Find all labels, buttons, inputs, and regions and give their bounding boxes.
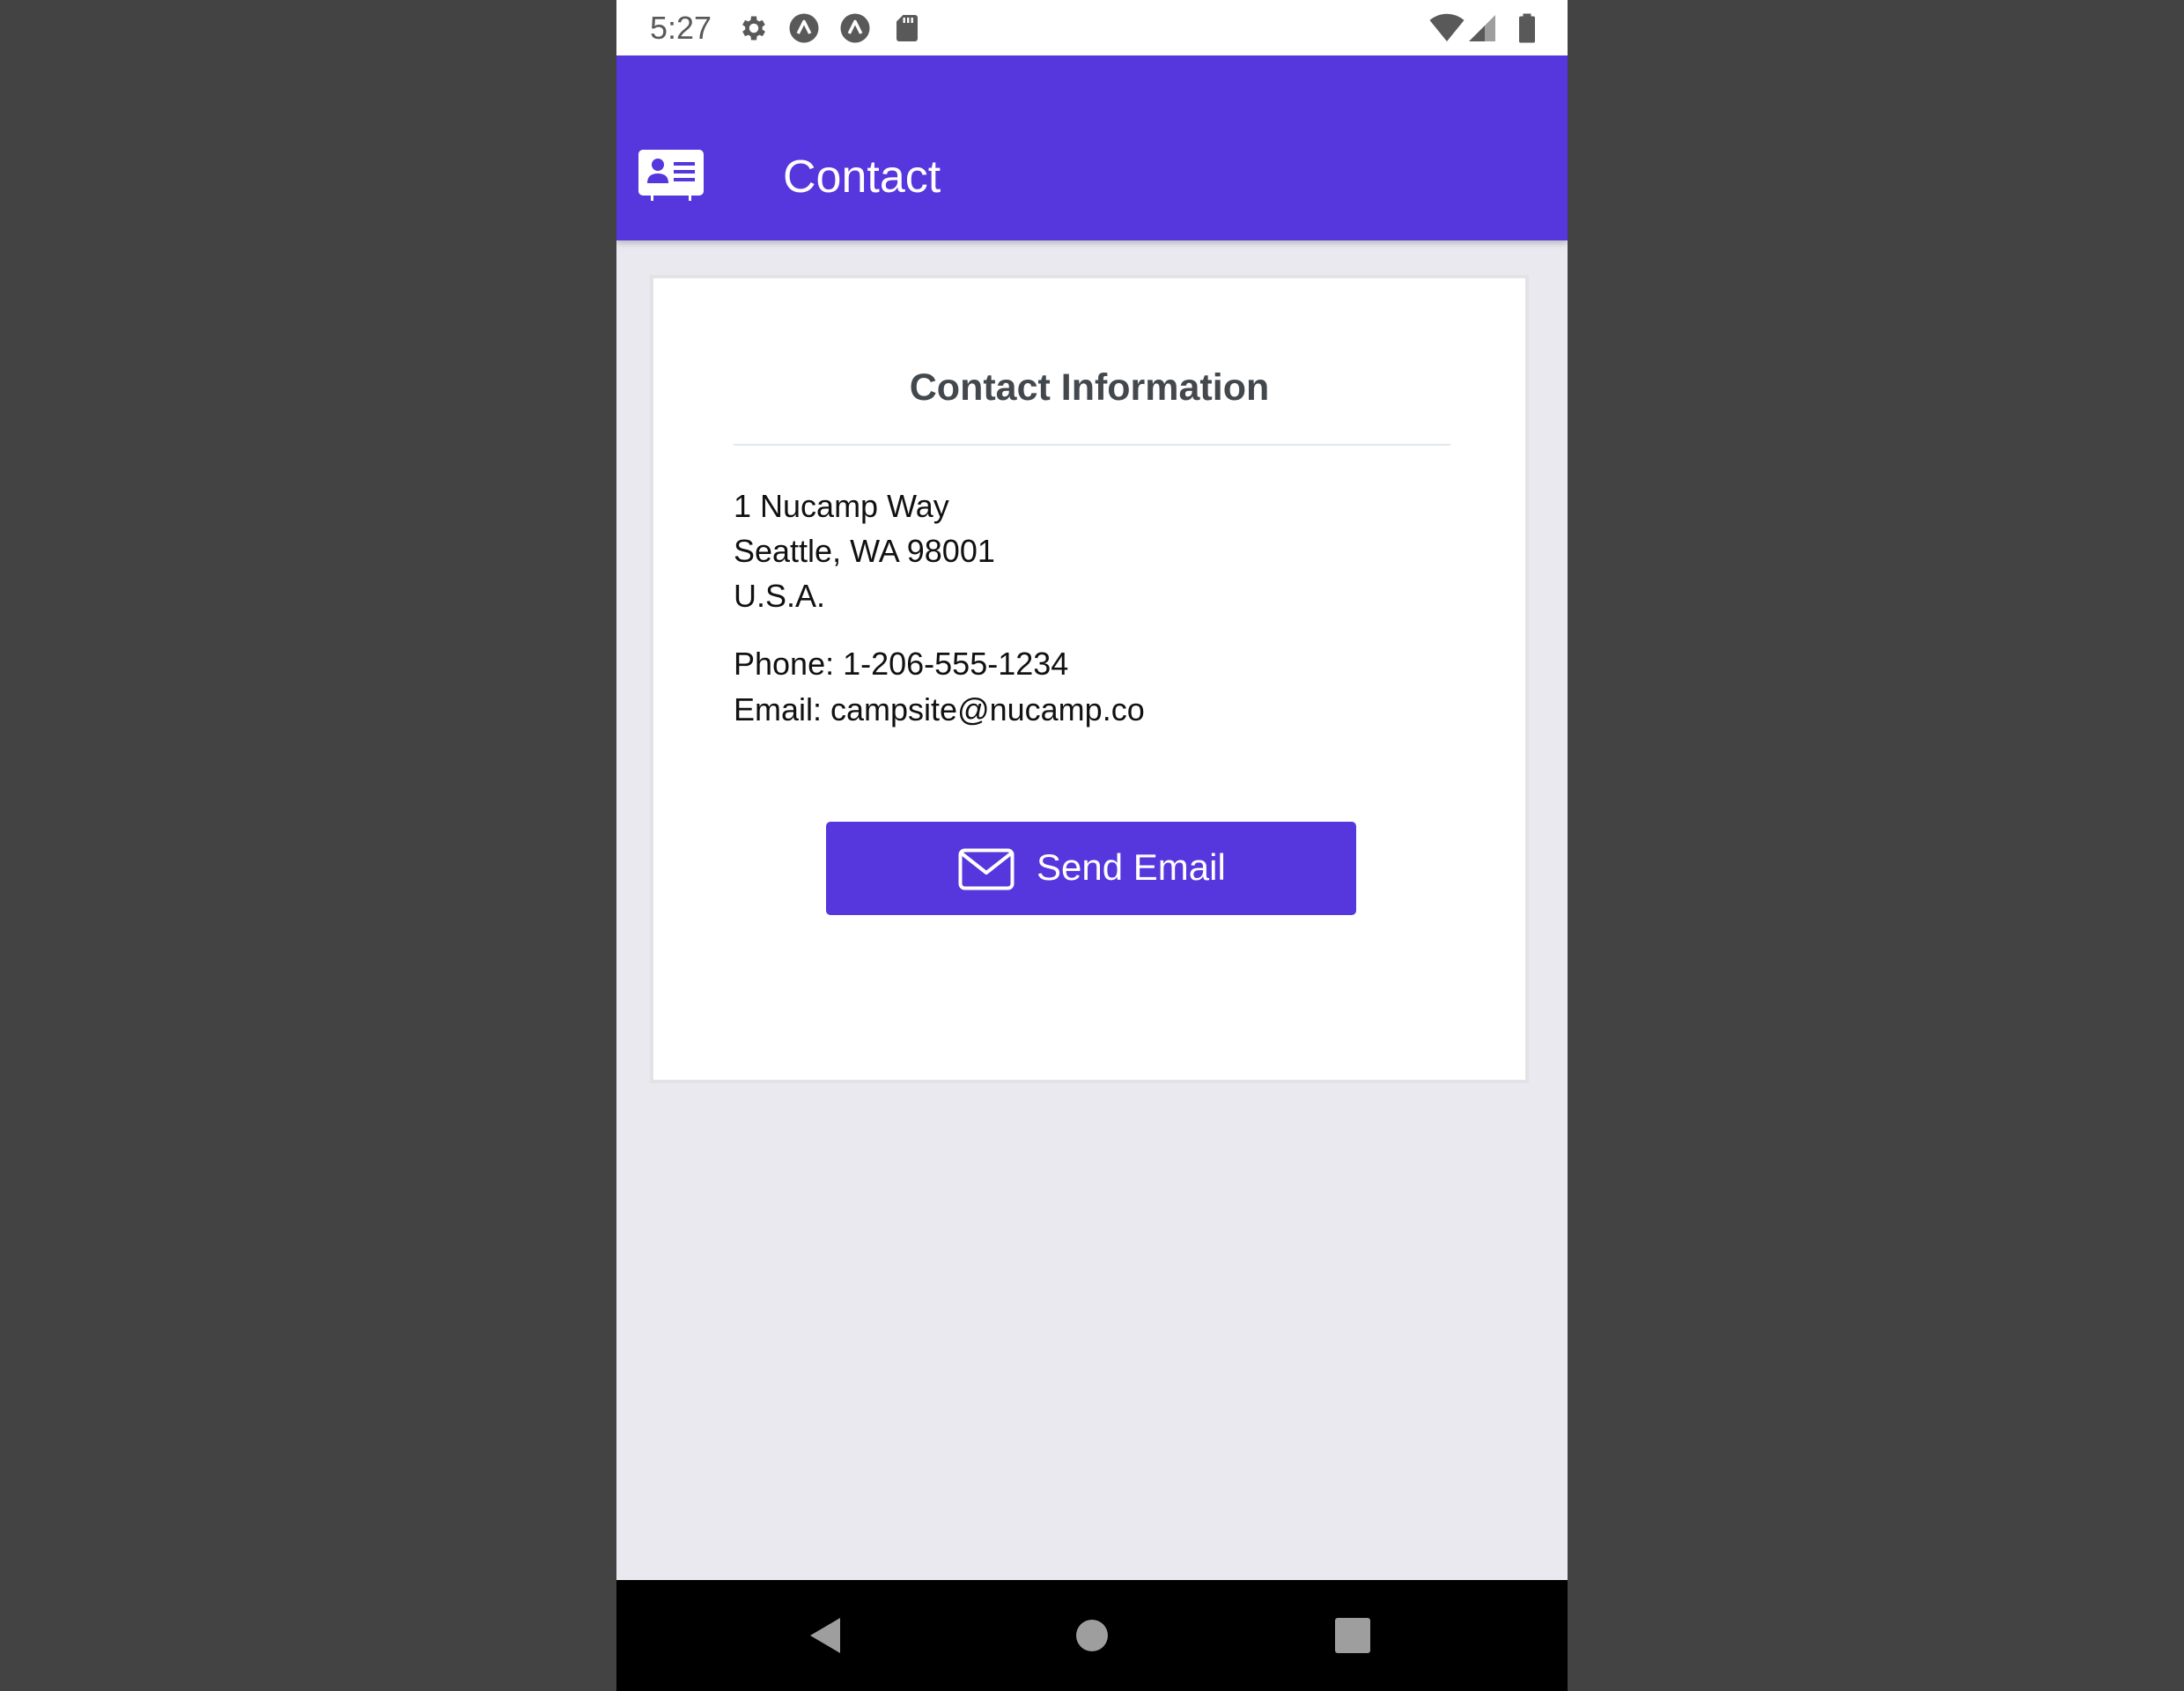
envelope-icon xyxy=(958,848,1015,890)
status-time: 5:27 xyxy=(650,10,712,46)
address-line-1: 1 Nucamp Way xyxy=(734,488,949,524)
email-text: Email: campsite@nucamp.co xyxy=(734,691,1145,727)
address-line-3: U.S.A. xyxy=(734,578,826,614)
wifi-icon xyxy=(1429,13,1465,42)
app-notification-icon xyxy=(789,13,819,43)
recents-icon[interactable] xyxy=(1326,1609,1379,1662)
card-divider xyxy=(734,444,1450,446)
address-line-2: Seattle, WA 98001 xyxy=(734,533,995,569)
status-bar: 5:27 xyxy=(616,0,1568,55)
phone-screen: 5:27 Contact Contact Information 1 Nucam… xyxy=(616,0,1568,1691)
phone-text: Phone: 1-206-555-1234 xyxy=(734,646,1069,682)
address-block: 1 Nucamp Way Seattle, WA 98001 U.S.A. xyxy=(734,484,995,618)
card-title: Contact Information xyxy=(909,366,1270,409)
navigation-bar xyxy=(616,1580,1568,1691)
home-icon[interactable] xyxy=(1066,1609,1118,1662)
sd-card-icon xyxy=(896,15,918,41)
send-email-label: Send Email xyxy=(1037,846,1226,888)
app-notification-icon xyxy=(840,13,870,43)
battery-icon xyxy=(1519,13,1535,43)
app-header: Contact xyxy=(616,55,1568,240)
contact-card-icon xyxy=(638,150,704,201)
signal-icon xyxy=(1469,15,1495,41)
contact-card: Contact Information 1 Nucamp Way Seattle… xyxy=(650,275,1529,1083)
contact-details: Phone: 1-206-555-1234 Email: campsite@nu… xyxy=(734,641,1145,733)
page-title: Contact xyxy=(783,151,941,203)
send-email-button[interactable]: Send Email xyxy=(826,822,1356,915)
settings-icon xyxy=(742,16,765,41)
back-icon[interactable] xyxy=(800,1609,852,1662)
